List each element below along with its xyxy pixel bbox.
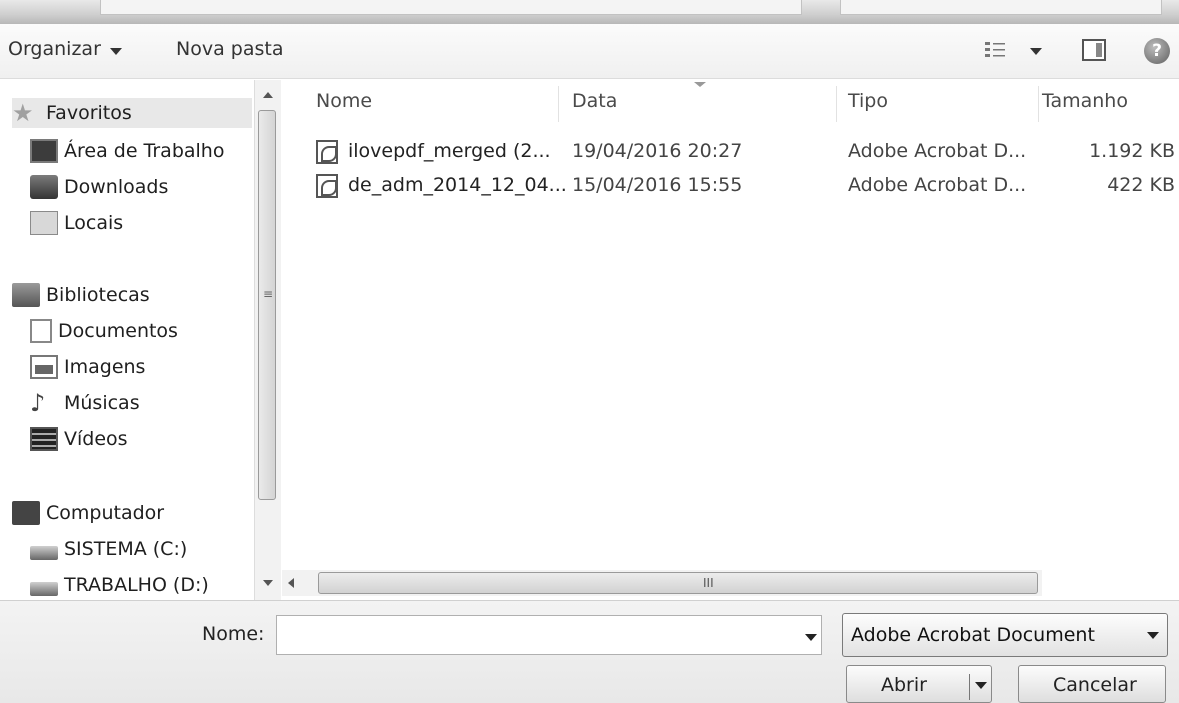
nav-item-computer[interactable]: Computador <box>12 498 164 528</box>
file-type-select[interactable]: Adobe Acrobat Document <box>842 613 1168 657</box>
file-name: ilovepdf_merged (2... <box>348 140 551 162</box>
nav-label: Imagens <box>64 356 146 378</box>
drive-icon <box>30 546 58 560</box>
open-options-dropdown-icon[interactable] <box>975 682 987 689</box>
nav-item-music[interactable]: ♪ Músicas <box>30 388 140 418</box>
nav-item-drive-c[interactable]: SISTEMA (C:) <box>30 534 187 564</box>
nav-item-libraries[interactable]: Bibliotecas <box>12 280 150 310</box>
organize-button[interactable]: Organizar <box>8 38 101 60</box>
nav-item-documents[interactable]: Documentos <box>30 316 178 346</box>
dialog-footer: Nome: Adobe Acrobat Document Abrir Cance… <box>0 600 1179 703</box>
scroll-grip-icon: ≡ <box>263 287 274 301</box>
nav-label: Área de Trabalho <box>64 140 225 162</box>
documents-icon <box>30 319 52 343</box>
preview-pane-icon[interactable] <box>1082 39 1106 61</box>
column-divider[interactable] <box>558 86 559 122</box>
computer-icon <box>12 501 40 525</box>
file-date: 19/04/2016 20:27 <box>572 140 743 162</box>
libraries-icon <box>12 283 40 307</box>
nav-label: Downloads <box>64 176 169 198</box>
nav-vertical-scrollbar[interactable]: ≡ <box>254 80 281 600</box>
nav-label: Músicas <box>64 392 140 414</box>
views-dropdown-icon[interactable] <box>1030 48 1042 55</box>
nav-label: SISTEMA (C:) <box>64 538 188 560</box>
cancel-button[interactable]: Cancelar <box>1018 665 1166 703</box>
file-row[interactable]: ilovepdf_merged (2... 19/04/2016 20:27 A… <box>282 138 1179 168</box>
places-icon <box>30 211 58 235</box>
nav-label: Documentos <box>58 320 178 342</box>
scroll-down-icon[interactable] <box>263 580 273 586</box>
chevron-down-icon <box>1147 632 1159 639</box>
images-icon <box>30 355 58 379</box>
nav-item-images[interactable]: Imagens <box>30 352 145 382</box>
star-icon: ★ <box>12 99 34 127</box>
file-row[interactable]: de_adm_2014_12_04... 15/04/2016 15:55 Ad… <box>282 172 1179 202</box>
desktop-icon <box>30 139 58 163</box>
file-size: 1.192 KB <box>1089 140 1175 162</box>
address-field[interactable] <box>100 0 802 15</box>
sort-indicator-icon <box>694 82 706 87</box>
column-header-name[interactable]: Nome <box>316 90 372 112</box>
file-type: Adobe Acrobat D... <box>848 174 1027 196</box>
nav-label: Bibliotecas <box>46 284 150 306</box>
column-header-type[interactable]: Tipo <box>848 90 888 112</box>
downloads-icon <box>30 175 58 199</box>
file-type: Adobe Acrobat D... <box>848 140 1027 162</box>
file-date: 15/04/2016 15:55 <box>572 174 743 196</box>
column-header-date[interactable]: Data <box>572 90 617 112</box>
new-folder-button[interactable]: Nova pasta <box>176 38 283 60</box>
file-size: 422 KB <box>1107 174 1175 196</box>
videos-icon <box>30 427 58 451</box>
organize-dropdown-icon[interactable] <box>110 48 122 55</box>
search-field[interactable] <box>840 0 1162 15</box>
nav-item-places[interactable]: Locais <box>30 208 123 238</box>
music-icon: ♪ <box>30 389 46 417</box>
nav-label: Favoritos <box>46 102 132 124</box>
open-button-label: Abrir <box>881 674 927 696</box>
nav-label: Locais <box>64 212 124 234</box>
navigation-pane: ★ Favoritos Área de Trabalho Downloads L… <box>0 80 256 600</box>
split-divider <box>969 674 970 700</box>
drive-icon <box>30 582 58 596</box>
address-bar-strip <box>0 0 1179 25</box>
column-header-size[interactable]: Tamanho <box>1042 90 1128 112</box>
scroll-up-icon[interactable] <box>263 92 273 98</box>
help-icon[interactable]: ? <box>1144 38 1170 64</box>
views-icon[interactable] <box>984 40 1006 60</box>
nav-item-desktop[interactable]: Área de Trabalho <box>30 136 224 166</box>
file-name-input[interactable] <box>277 616 785 654</box>
file-name-combobox[interactable] <box>276 615 822 655</box>
scroll-thumb[interactable]: ≡ <box>258 110 276 500</box>
scroll-thumb[interactable]: III <box>318 572 1038 594</box>
column-divider[interactable] <box>836 86 837 122</box>
nav-label: Vídeos <box>64 428 128 450</box>
column-divider[interactable] <box>1038 86 1039 122</box>
scroll-left-icon[interactable] <box>288 578 294 588</box>
nav-item-favorites[interactable]: ★ Favoritos <box>12 98 252 128</box>
nav-item-videos[interactable]: Vídeos <box>30 424 128 454</box>
nav-label: TRABALHO (D:) <box>64 574 209 596</box>
toolbar: Organizar Nova pasta ? <box>0 24 1179 79</box>
cancel-button-label: Cancelar <box>1053 674 1137 696</box>
open-button[interactable]: Abrir <box>846 665 992 703</box>
nav-label: Computador <box>46 502 165 524</box>
list-horizontal-scrollbar[interactable]: III <box>282 570 1042 596</box>
file-name-label: Nome: <box>202 623 265 645</box>
file-type-value: Adobe Acrobat Document <box>851 624 1095 646</box>
nav-item-drive-d[interactable]: TRABALHO (D:) <box>30 570 209 600</box>
file-name: de_adm_2014_12_04... <box>348 174 567 196</box>
nav-item-downloads[interactable]: Downloads <box>30 172 168 202</box>
file-list: Nome Data Tipo Tamanho ilovepdf_merged (… <box>282 80 1179 570</box>
pdf-file-icon <box>316 140 338 164</box>
chevron-down-icon[interactable] <box>805 634 817 641</box>
scroll-grip-icon: III <box>703 576 714 590</box>
pdf-file-icon <box>316 174 338 198</box>
